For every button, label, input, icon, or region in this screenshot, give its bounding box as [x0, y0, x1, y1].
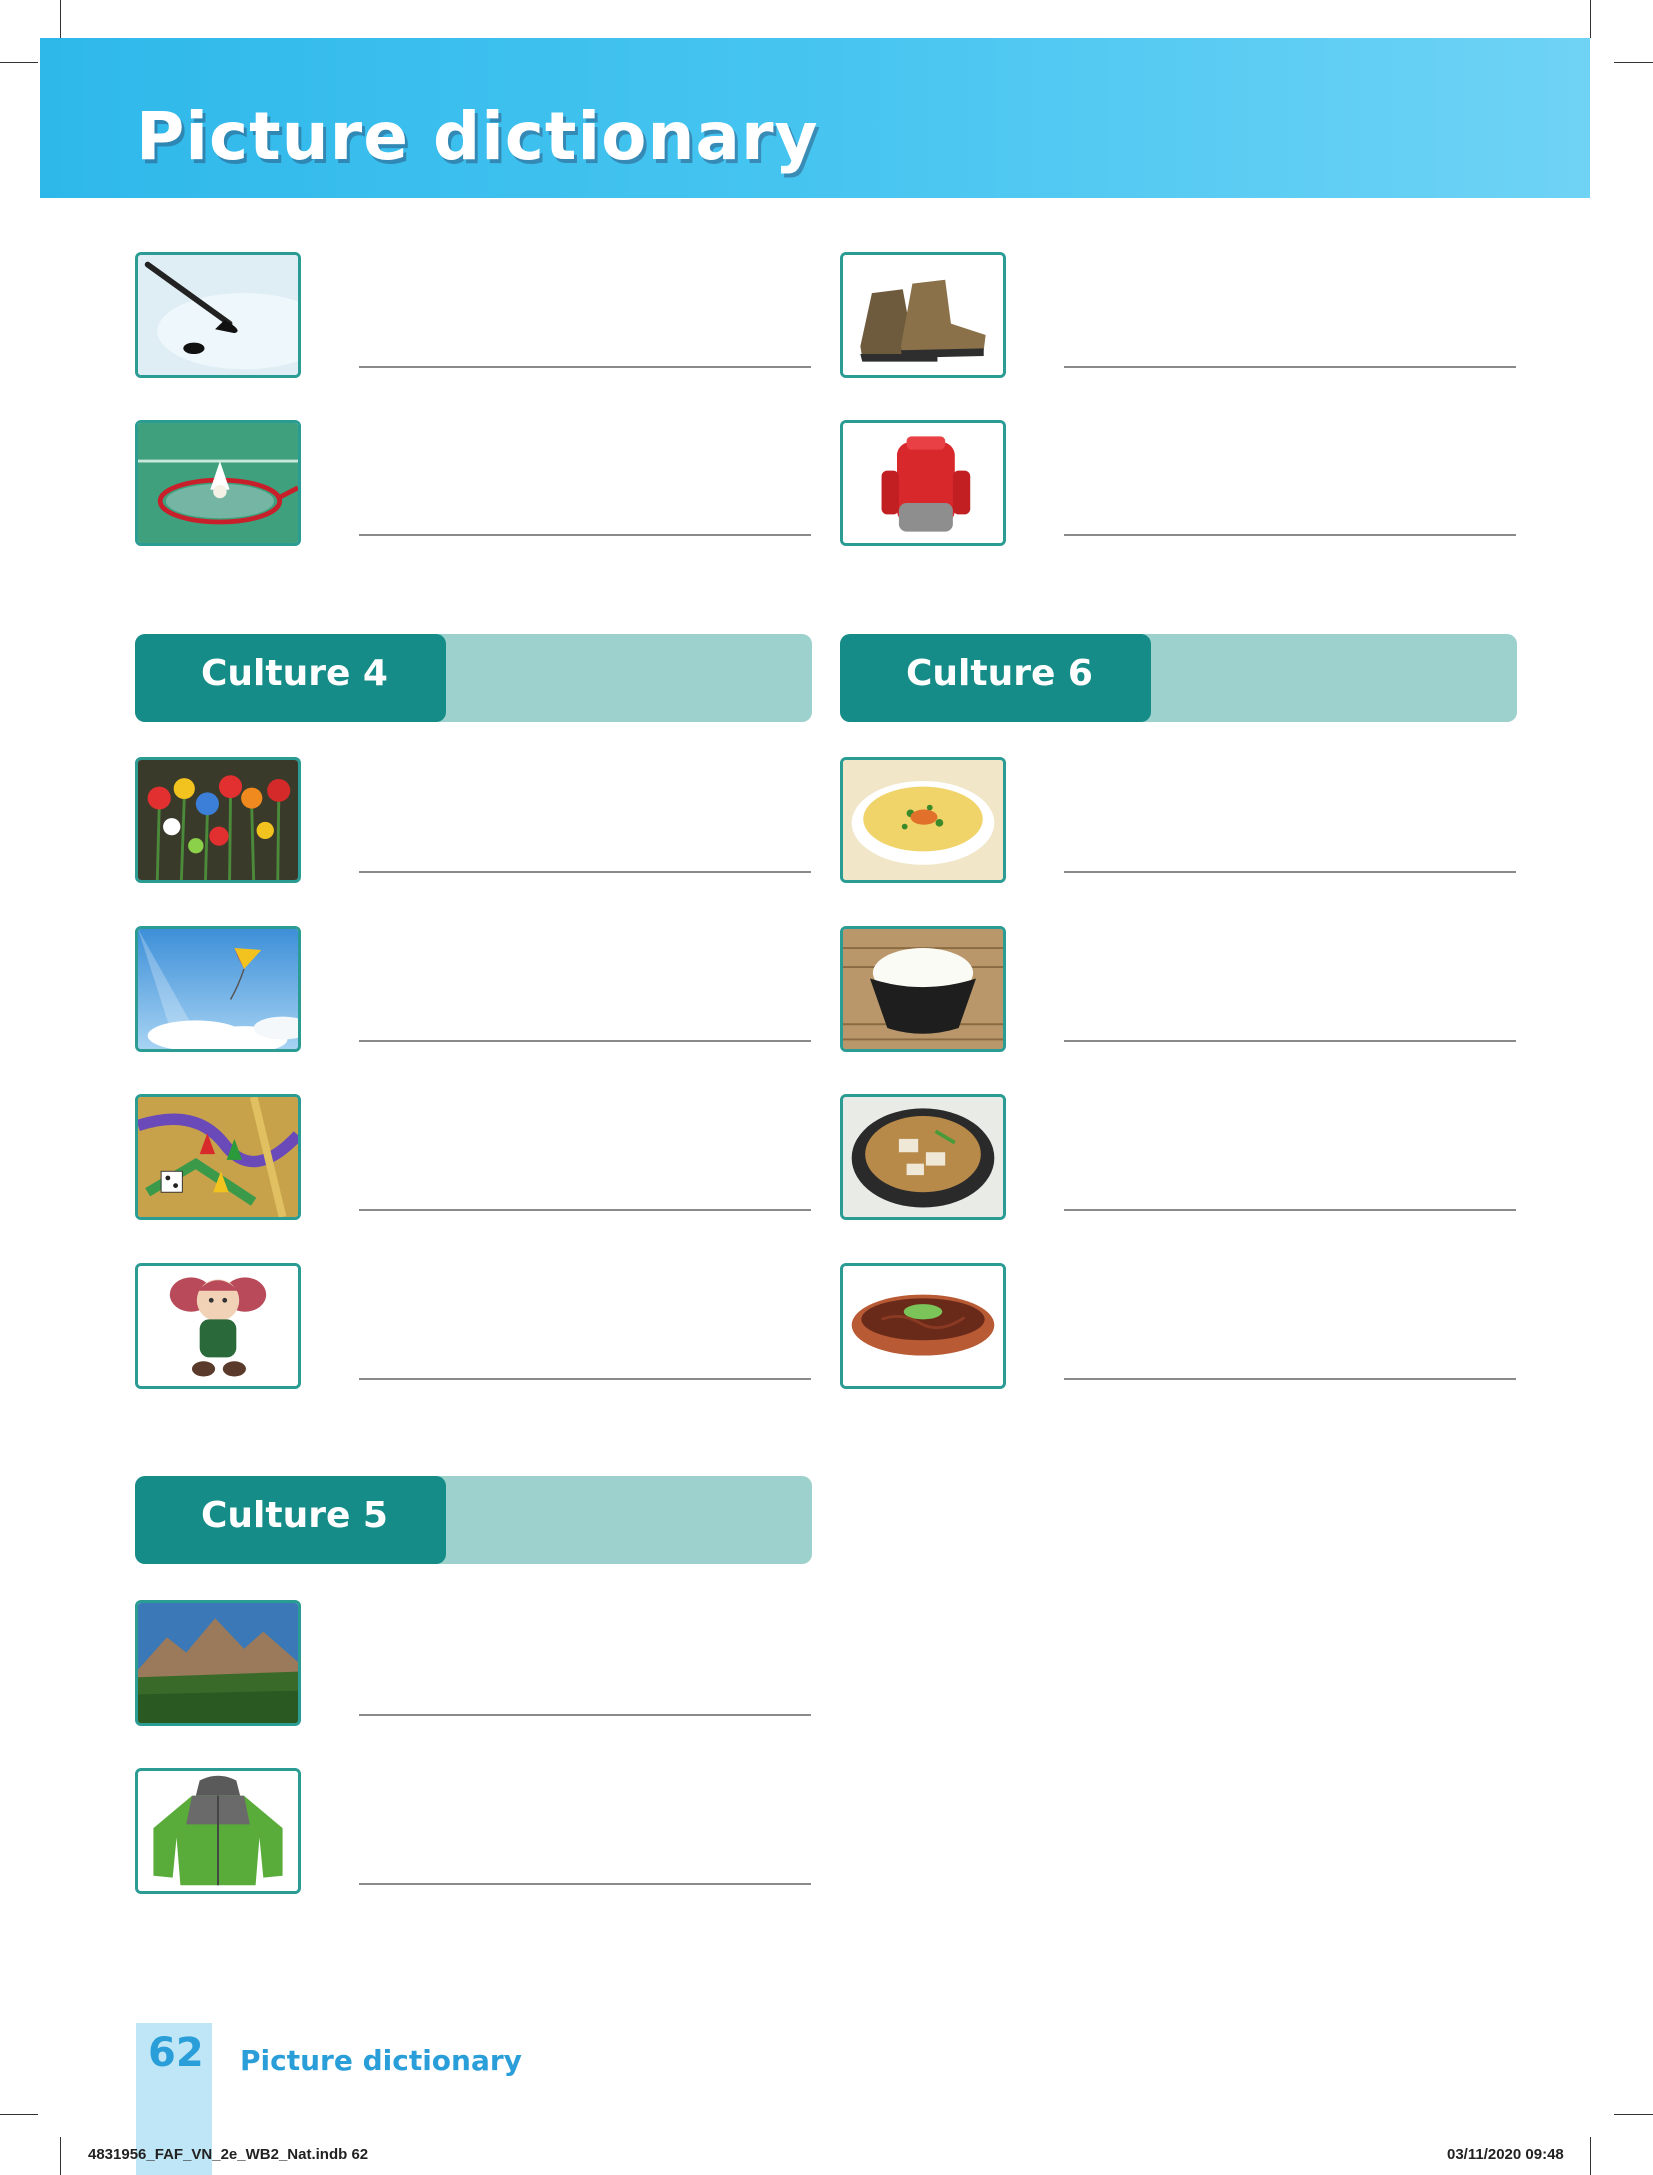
section-header-culture-6: Culture 6: [840, 634, 1517, 722]
section-tab: Culture 4: [135, 634, 446, 722]
picture-flowers: [135, 757, 301, 883]
picture-hockey: [135, 252, 301, 378]
picture-backpack: [840, 420, 1006, 546]
section-header-culture-5: Culture 5: [135, 1476, 812, 1564]
picture-badminton: [135, 420, 301, 546]
answer-line[interactable]: [359, 871, 811, 873]
crop-mark: [1590, 2137, 1591, 2175]
section-tab: Culture 5: [135, 1476, 446, 1564]
crop-mark: [1614, 62, 1653, 63]
answer-line[interactable]: [359, 1209, 811, 1211]
crop-mark: [1590, 0, 1591, 38]
picture-soup: [840, 757, 1006, 883]
answer-line[interactable]: [359, 1378, 811, 1380]
picture-jacket: [135, 1768, 301, 1894]
answer-line[interactable]: [1064, 871, 1516, 873]
picture-rice: [840, 926, 1006, 1052]
crop-mark: [0, 2114, 38, 2115]
picture-stew: [840, 1094, 1006, 1220]
answer-line[interactable]: [1064, 1040, 1516, 1042]
picture-doll: [135, 1263, 301, 1389]
answer-line[interactable]: [359, 1883, 811, 1885]
section-tab: Culture 6: [840, 634, 1151, 722]
answer-line[interactable]: [1064, 1209, 1516, 1211]
answer-line[interactable]: [1064, 366, 1516, 368]
picture-boots: [840, 252, 1006, 378]
page-number: 62: [148, 2030, 204, 2076]
crop-mark: [1614, 2114, 1653, 2115]
crop-mark: [60, 0, 61, 38]
print-slug-file: 4831956_FAF_VN_2e_WB2_Nat.indb 62: [88, 2146, 369, 2163]
answer-line[interactable]: [359, 1714, 811, 1716]
crop-mark: [60, 2137, 61, 2175]
picture-mountains: [135, 1600, 301, 1726]
footer-title: Picture dictionary: [240, 2044, 522, 2077]
section-header-culture-4: Culture 4: [135, 634, 812, 722]
answer-line[interactable]: [359, 366, 811, 368]
section-label: Culture 5: [201, 1495, 388, 1536]
section-label: Culture 4: [201, 653, 388, 694]
picture-beef: [840, 1263, 1006, 1389]
section-label: Culture 6: [906, 653, 1093, 694]
answer-line[interactable]: [359, 1040, 811, 1042]
picture-board-game: [135, 1094, 301, 1220]
answer-line[interactable]: [1064, 1378, 1516, 1380]
picture-kite: [135, 926, 301, 1052]
answer-line[interactable]: [359, 534, 811, 536]
answer-line[interactable]: [1064, 534, 1516, 536]
page-title: Picture dictionary: [136, 98, 819, 175]
crop-mark: [0, 62, 38, 63]
print-slug-date: 03/11/2020 09:48: [1447, 2146, 1564, 2163]
